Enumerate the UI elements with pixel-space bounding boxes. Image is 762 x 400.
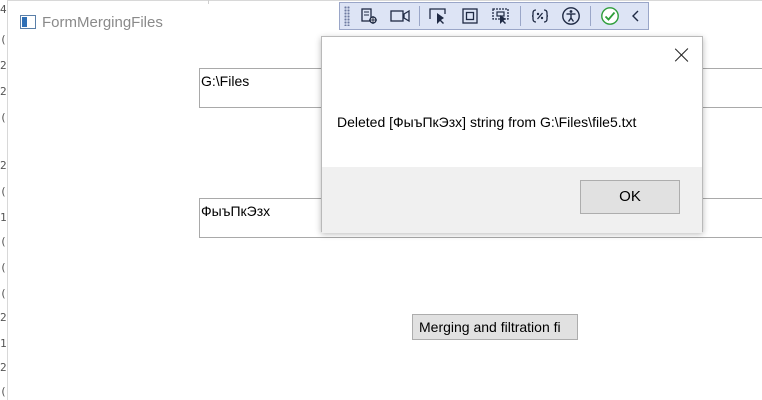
binding-failures-icon[interactable] [527, 5, 552, 27]
editor-gutter: 4 ( 2 2 ( 2 ( 1 ( ( ( 2 1 2 ( [0, 0, 8, 400]
gutter-char: ( [0, 185, 7, 198]
gutter-char: ( [0, 33, 7, 46]
gutter-char: 1 [0, 211, 7, 224]
window-top-border [8, 0, 762, 1]
dialog-message: Deleted [ФыъПкЭзх] string from G:\Files\… [337, 114, 637, 130]
gutter-char: 2 [0, 59, 7, 72]
ok-button[interactable]: OK [580, 180, 680, 214]
gutter-char: ( [0, 261, 7, 274]
chevron-left-icon[interactable] [628, 5, 642, 27]
toolbar-grip[interactable] [344, 6, 350, 26]
gutter-char: 2 [0, 159, 7, 172]
select-element-icon[interactable] [356, 5, 381, 27]
video-camera-icon[interactable] [387, 5, 412, 27]
toolbar-separator [589, 6, 591, 26]
gutter-char: ( [0, 385, 7, 398]
form-icon [20, 15, 36, 29]
checkmark-icon[interactable] [597, 5, 622, 27]
form-title: FormMergingFiles [42, 13, 163, 31]
display-layout-adorners-icon[interactable] [457, 5, 482, 27]
gutter-char: 2 [0, 361, 7, 374]
accessibility-icon[interactable] [558, 5, 583, 27]
gutter-char: ( [0, 287, 7, 300]
gutter-char: 2 [0, 311, 7, 324]
gutter-char: 2 [0, 85, 7, 98]
merging-filtration-button[interactable]: Merging and filtration fi [412, 314, 578, 340]
close-icon[interactable] [674, 47, 690, 63]
track-focused-element-icon[interactable] [489, 5, 514, 27]
toolbar-separator [418, 6, 420, 26]
tab-separator [208, 0, 209, 4]
pointer-select-icon[interactable] [426, 5, 451, 27]
gutter-char: 1 [0, 337, 7, 350]
dialog-footer: OK [322, 167, 702, 233]
xaml-debug-toolbar [339, 2, 649, 30]
gutter-char: ( [0, 235, 7, 248]
gutter-char: 4 [0, 3, 7, 16]
message-dialog: Deleted [ФыъПкЭзх] string from G:\Files\… [321, 36, 703, 233]
gutter-char: ( [0, 111, 7, 124]
toolbar-separator [520, 6, 522, 26]
form-title-bar: FormMergingFiles [20, 13, 163, 31]
